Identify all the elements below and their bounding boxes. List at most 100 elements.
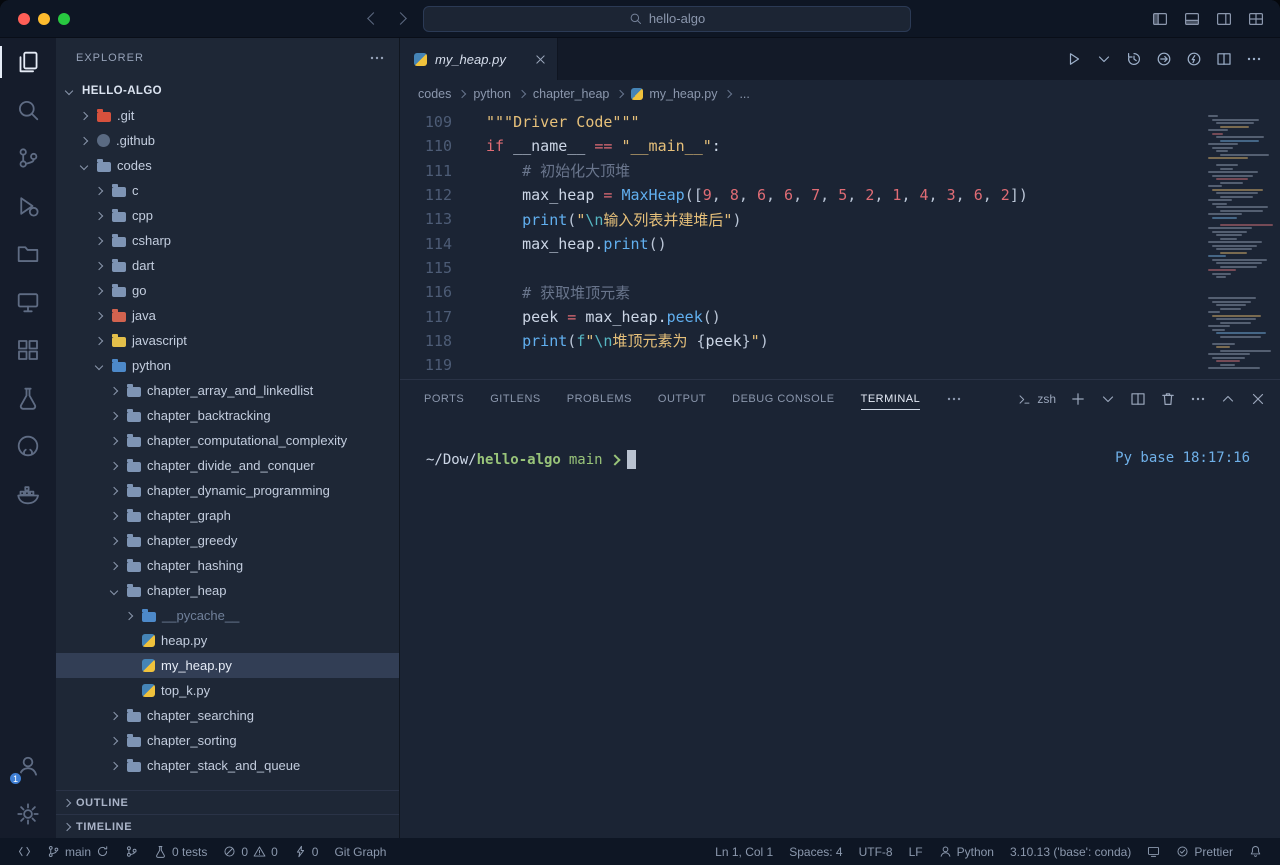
tree-item-c[interactable]: c xyxy=(56,178,399,203)
code-line-114[interactable]: 114 max_heap.print() xyxy=(400,231,1280,255)
panel-tab-terminal[interactable]: TERMINAL xyxy=(861,380,921,418)
terminal-profile-dropdown-icon[interactable] xyxy=(1100,391,1116,407)
status-remote-indicator[interactable] xyxy=(10,838,39,865)
tree-item-chapter_greedy[interactable]: chapter_greedy xyxy=(56,528,399,553)
toggle-secondary-sidebar-icon[interactable] xyxy=(1216,11,1232,27)
tree-item-__pycache__[interactable]: __pycache__ xyxy=(56,603,399,628)
code-line-111[interactable]: 111 # 初始化大顶堆 xyxy=(400,159,1280,183)
tree-item-chapter_backtracking[interactable]: chapter_backtracking xyxy=(56,403,399,428)
status-git-graph[interactable]: Git Graph xyxy=(326,838,394,865)
code-line-117[interactable]: 117 peek = max_heap.peek() xyxy=(400,304,1280,328)
close-panel-icon[interactable] xyxy=(1250,391,1266,407)
tree-item-javascript[interactable]: javascript xyxy=(56,328,399,353)
panel-tab-output[interactable]: OUTPUT xyxy=(658,380,706,418)
tree-item-chapter_divide_and_conquer[interactable]: chapter_divide_and_conquer xyxy=(56,453,399,478)
code-line-113[interactable]: 113 print("\n输入列表并建堆后") xyxy=(400,207,1280,231)
shell-selector[interactable]: zsh xyxy=(1018,392,1056,406)
sidebar-section-outline[interactable]: OUTLINE xyxy=(56,790,399,814)
activity-item-explorer[interactable] xyxy=(0,38,56,86)
split-terminal-icon[interactable] xyxy=(1130,391,1146,407)
zoom-window-button[interactable] xyxy=(58,13,70,25)
code-line-116[interactable]: 116 # 获取堆顶元素 xyxy=(400,280,1280,304)
activity-item-settings[interactable] xyxy=(0,790,56,838)
activity-item-github[interactable] xyxy=(0,422,56,470)
tree-item-java[interactable]: java xyxy=(56,303,399,328)
tree-item-chapter_searching[interactable]: chapter_searching xyxy=(56,703,399,728)
tree-item-chapter_graph[interactable]: chapter_graph xyxy=(56,503,399,528)
tree-item-chapter_heap[interactable]: chapter_heap xyxy=(56,578,399,603)
breadcrumb-item-chapter_heap[interactable]: chapter_heap xyxy=(533,87,609,101)
activity-item-folder[interactable] xyxy=(0,230,56,278)
status-eol[interactable]: LF xyxy=(901,838,931,865)
tree-item-chapter_dynamic_programming[interactable]: chapter_dynamic_programming xyxy=(56,478,399,503)
panel-tabs-more-icon[interactable] xyxy=(946,391,962,407)
profile-icon[interactable] xyxy=(1186,51,1202,67)
tree-item-top_k.py[interactable]: top_k.py xyxy=(56,678,399,703)
status-git-graph-repo[interactable] xyxy=(117,838,146,865)
panel-tab-ports[interactable]: PORTS xyxy=(424,380,464,418)
status-screencast[interactable] xyxy=(1139,838,1168,865)
tree-root-hello-algo[interactable]: HELLO-ALGO xyxy=(56,78,399,103)
tab-my-heap-py[interactable]: my_heap.py xyxy=(400,38,558,80)
activity-item-extensions[interactable] xyxy=(0,326,56,374)
panel-tab-debug-console[interactable]: DEBUG CONSOLE xyxy=(732,380,834,418)
panel-tab-gitlens[interactable]: GITLENS xyxy=(490,380,541,418)
code-line-112[interactable]: 112 max_heap = MaxHeap([9, 8, 6, 6, 7, 5… xyxy=(400,183,1280,207)
tree-item-dart[interactable]: dart xyxy=(56,253,399,278)
tree-item-go[interactable]: go xyxy=(56,278,399,303)
status-tests[interactable]: 0 tests xyxy=(146,838,215,865)
navigate-forward-icon[interactable] xyxy=(396,14,405,23)
activity-item-accounts[interactable]: 1 xyxy=(0,742,56,790)
toggle-panel-icon[interactable] xyxy=(1184,11,1200,27)
kill-terminal-icon[interactable] xyxy=(1160,391,1176,407)
status-indentation[interactable]: Spaces: 4 xyxy=(781,838,850,865)
breadcrumb-item-codes[interactable]: codes xyxy=(418,87,451,101)
activity-item-testing[interactable] xyxy=(0,374,56,422)
status-language-mode[interactable]: Python xyxy=(931,838,1002,865)
customize-layout-icon[interactable] xyxy=(1248,11,1264,27)
activity-item-docker[interactable] xyxy=(0,470,56,518)
navigate-back-icon[interactable] xyxy=(369,14,378,23)
breadcrumb-item-my_heap.py[interactable]: my_heap.py xyxy=(631,87,717,101)
explorer-more-actions-icon[interactable] xyxy=(369,50,385,66)
run-button-icon[interactable] xyxy=(1066,51,1082,67)
status-problems[interactable]: 00 xyxy=(215,838,285,865)
tree-item-chapter_sorting[interactable]: chapter_sorting xyxy=(56,728,399,753)
minimap[interactable] xyxy=(1208,115,1274,371)
code-line-119[interactable]: 119 xyxy=(400,353,1280,377)
tree-item-my_heap.py[interactable]: my_heap.py xyxy=(56,653,399,678)
tree-item-codes[interactable]: codes xyxy=(56,153,399,178)
status-notifications[interactable] xyxy=(1241,838,1270,865)
code-line-115[interactable]: 115 xyxy=(400,256,1280,280)
tree-item-chapter_hashing[interactable]: chapter_hashing xyxy=(56,553,399,578)
timeline-history-icon[interactable] xyxy=(1126,51,1142,67)
tree-item-.github[interactable]: .github xyxy=(56,128,399,153)
panel-more-actions-icon[interactable] xyxy=(1190,391,1206,407)
status-encoding[interactable]: UTF-8 xyxy=(851,838,901,865)
tree-item-python[interactable]: python xyxy=(56,353,399,378)
new-terminal-icon[interactable] xyxy=(1070,391,1086,407)
tree-item-chapter_stack_and_queue[interactable]: chapter_stack_and_queue xyxy=(56,753,399,778)
terminal[interactable]: ~/Dow/hello-algo main Py base 18:17:16 xyxy=(400,418,1280,838)
tree-item-chapter_computational_complexity[interactable]: chapter_computational_complexity xyxy=(56,428,399,453)
status-prettier[interactable]: Prettier xyxy=(1168,838,1241,865)
code-line-109[interactable]: 109"""Driver Code""" xyxy=(400,110,1280,134)
status-python-interpreter[interactable]: 3.10.13 ('base': conda) xyxy=(1002,838,1139,865)
activity-item-search[interactable] xyxy=(0,86,56,134)
open-changes-icon[interactable] xyxy=(1156,51,1172,67)
tree-item-cpp[interactable]: cpp xyxy=(56,203,399,228)
tree-item-.git[interactable]: .git xyxy=(56,103,399,128)
code-line-110[interactable]: 110if __name__ == "__main__": xyxy=(400,134,1280,158)
tree-item-heap.py[interactable]: heap.py xyxy=(56,628,399,653)
code-line-118[interactable]: 118 print(f"\n堆顶元素为 {peek}") xyxy=(400,329,1280,353)
activity-item-run-debug[interactable] xyxy=(0,182,56,230)
breadcrumb-item-...[interactable]: ... xyxy=(739,87,749,101)
close-window-button[interactable] xyxy=(18,13,30,25)
close-tab-icon[interactable] xyxy=(534,53,547,66)
sidebar-section-timeline[interactable]: TIMELINE xyxy=(56,814,399,838)
tree-item-csharp[interactable]: csharp xyxy=(56,228,399,253)
command-center-search[interactable]: hello-algo xyxy=(423,6,911,32)
status-cursor-position[interactable]: Ln 1, Col 1 xyxy=(707,838,781,865)
split-editor-icon[interactable] xyxy=(1216,51,1232,67)
maximize-panel-icon[interactable] xyxy=(1220,391,1236,407)
